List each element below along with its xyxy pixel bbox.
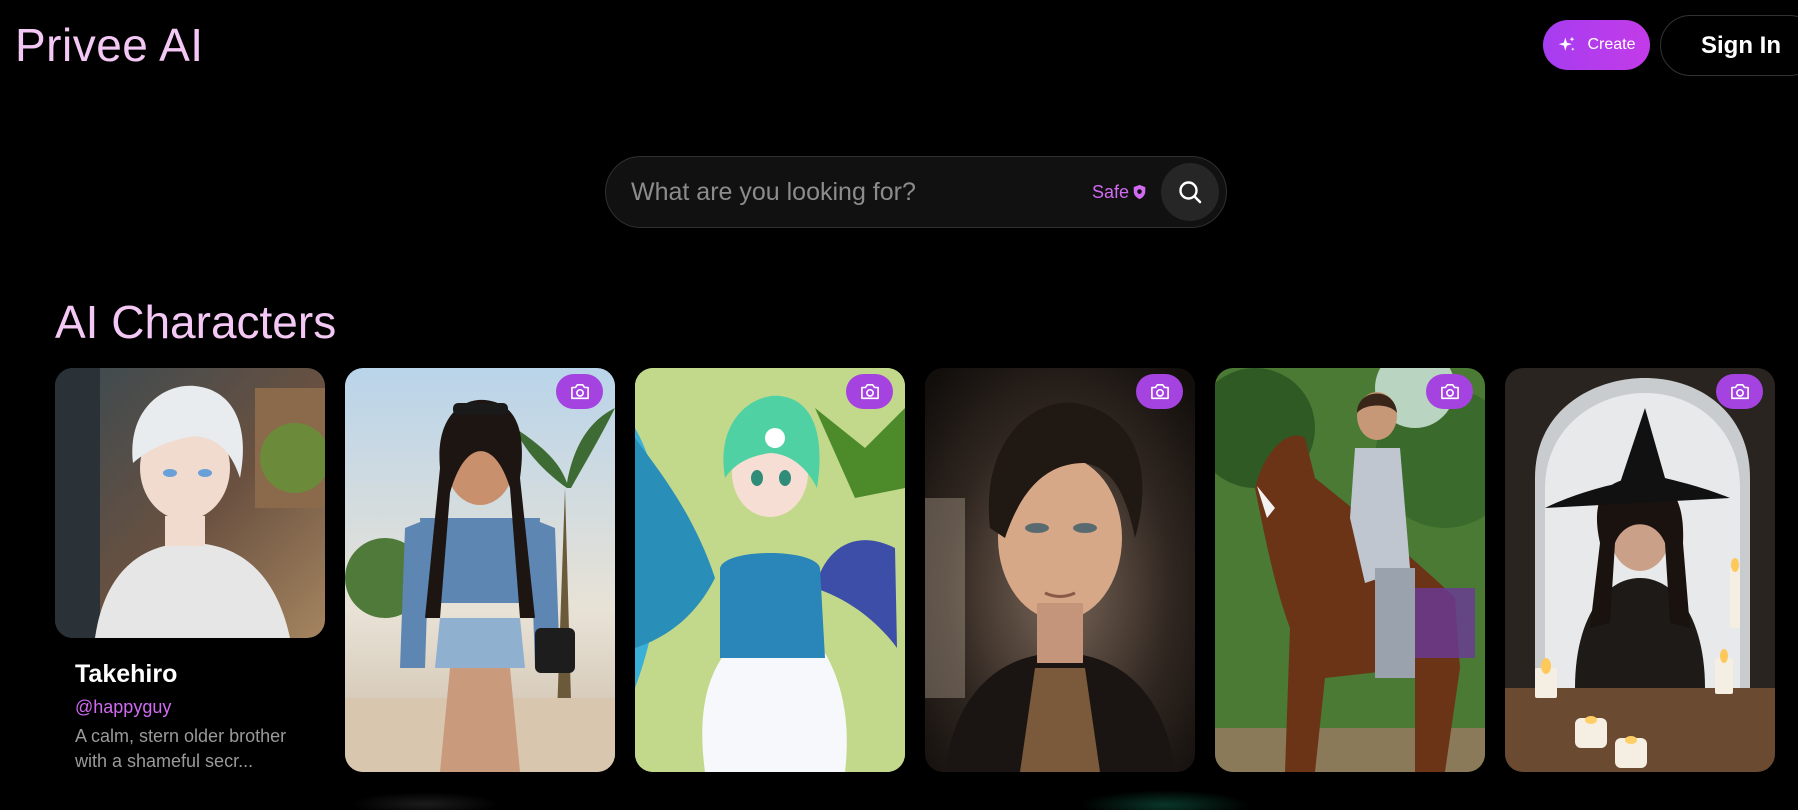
character-image xyxy=(1505,368,1775,772)
camera-icon xyxy=(1730,383,1749,399)
photo-badge xyxy=(1136,374,1183,409)
character-image xyxy=(925,368,1195,772)
search-icon xyxy=(1179,181,1202,204)
character-handle[interactable]: @happyguy xyxy=(75,697,171,718)
safe-mode-toggle[interactable]: Safe xyxy=(1092,182,1147,203)
character-image xyxy=(345,368,615,772)
photo-badge xyxy=(1716,374,1763,409)
page: Privee AI Create Sign In Safe AI Charact… xyxy=(0,0,1798,810)
shield-icon xyxy=(1133,184,1146,200)
camera-icon xyxy=(1150,383,1169,399)
character-card[interactable] xyxy=(1215,368,1485,772)
photo-badge xyxy=(556,374,603,409)
sign-in-label: Sign In xyxy=(1701,31,1781,59)
decorative-glow xyxy=(350,792,500,810)
character-card[interactable] xyxy=(345,368,615,772)
section-title: AI Characters xyxy=(55,296,337,348)
safe-label: Safe xyxy=(1091,181,1129,202)
character-description: A calm, stern older brother with a shame… xyxy=(75,726,287,771)
sign-in-button[interactable]: Sign In xyxy=(1660,15,1798,76)
camera-icon xyxy=(1440,383,1459,399)
camera-icon xyxy=(860,383,879,399)
photo-badge xyxy=(846,374,893,409)
search-button[interactable] xyxy=(1161,163,1219,221)
photo-badge xyxy=(1426,374,1473,409)
character-card[interactable] xyxy=(925,368,1195,772)
create-button[interactable]: Create xyxy=(1543,20,1650,70)
search-input[interactable] xyxy=(606,157,1092,227)
sparkle-icon xyxy=(1559,36,1575,51)
search-bar: Safe xyxy=(605,156,1227,228)
create-button-label: Create xyxy=(1587,36,1636,53)
decorative-glow xyxy=(1080,790,1250,810)
character-image xyxy=(55,368,325,638)
character-card-featured[interactable] xyxy=(55,368,325,638)
character-card[interactable] xyxy=(1505,368,1775,772)
character-name[interactable]: Takehiro xyxy=(75,660,177,689)
character-image xyxy=(1215,368,1485,772)
character-image xyxy=(635,368,905,772)
character-card[interactable] xyxy=(635,368,905,772)
logo[interactable]: Privee AI xyxy=(15,18,204,72)
camera-icon xyxy=(570,383,589,399)
